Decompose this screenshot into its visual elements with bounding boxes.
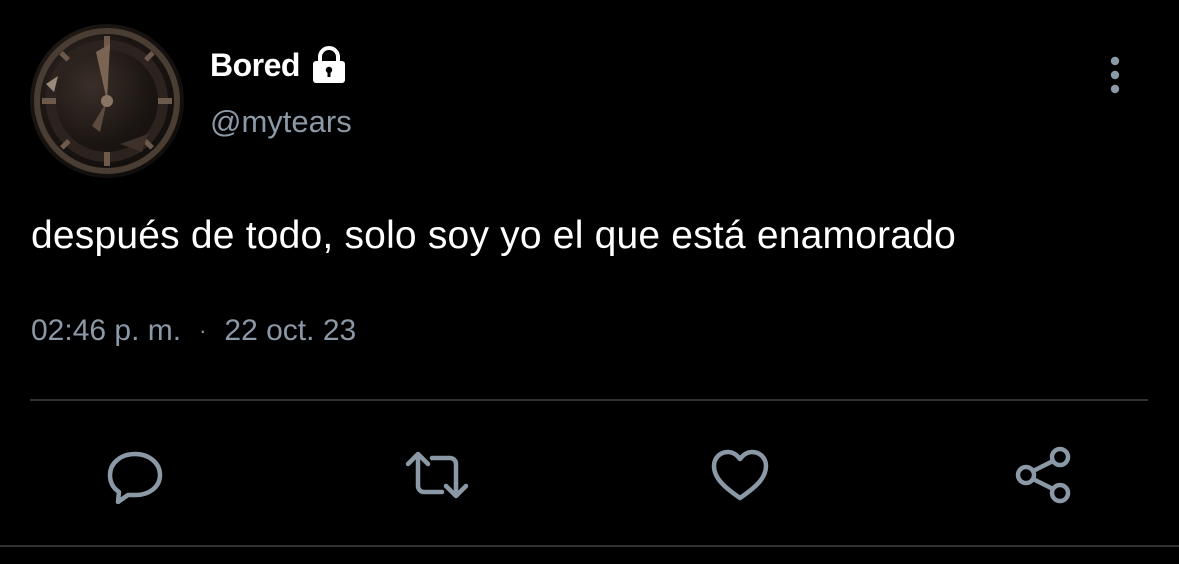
author-row: Bored — [210, 40, 348, 90]
reply-icon — [107, 451, 163, 504]
retweet-icon — [405, 451, 469, 499]
heart-icon — [711, 449, 769, 501]
retweet-button[interactable] — [404, 442, 470, 508]
like-button[interactable] — [707, 442, 773, 508]
reply-button[interactable] — [102, 442, 168, 508]
tweet-date[interactable]: 22 oct. 23 — [224, 314, 356, 348]
share-icon — [1015, 446, 1071, 504]
author-handle[interactable]: @mytears — [210, 104, 352, 140]
avatar[interactable] — [30, 24, 184, 178]
bottom-divider — [0, 545, 1179, 547]
display-name[interactable]: Bored — [210, 47, 300, 84]
more-vertical-icon — [1110, 56, 1120, 94]
lock-icon — [310, 45, 348, 85]
tweet-text: después de todo, solo soy yo el que está… — [31, 214, 956, 257]
meta-separator: · — [199, 318, 207, 343]
tweet-time[interactable]: 02:46 p. m. — [31, 314, 181, 348]
action-bar — [0, 430, 1179, 520]
tweet: Bored @mytears después de todo, solo soy… — [0, 0, 1179, 564]
more-options-button[interactable] — [1090, 52, 1140, 98]
tweet-meta: 02:46 p. m. · 22 oct. 23 — [31, 314, 356, 348]
share-button[interactable] — [1010, 442, 1076, 508]
clock-avatar-image — [34, 28, 180, 174]
divider — [30, 399, 1148, 401]
